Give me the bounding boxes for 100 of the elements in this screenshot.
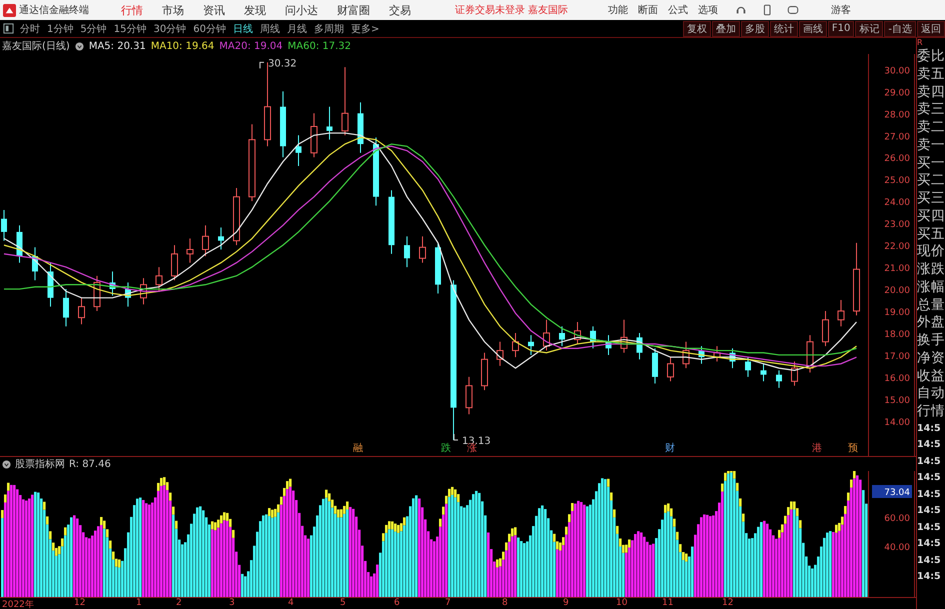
- leader-line: [454, 433, 458, 440]
- menu-item[interactable]: 断面: [638, 3, 658, 17]
- axis-tick-label: 15.00: [884, 396, 910, 406]
- candlestick: [202, 224, 209, 257]
- axis-tick-label: 7: [445, 598, 451, 608]
- panel-toggle-icon[interactable]: [3, 23, 14, 34]
- candlestick: [528, 334, 534, 356]
- candlestick: [310, 112, 318, 158]
- login-notice[interactable]: 证券交易未登录 嘉友国际: [455, 3, 568, 17]
- toolbar-button[interactable]: 统计: [770, 20, 798, 36]
- legend-label: MA60: [288, 40, 316, 52]
- quote-label: 卖一: [917, 136, 945, 154]
- candlestick: [404, 236, 410, 268]
- candlestick: [682, 341, 690, 369]
- toolbar-button[interactable]: 返回: [917, 20, 945, 36]
- quote-label: 买三: [917, 190, 945, 208]
- candlestick: [342, 66, 348, 136]
- toolbar-button[interactable]: F10: [828, 20, 854, 36]
- settings-icon[interactable]: [74, 42, 84, 50]
- quote-label: 卖二: [917, 119, 945, 137]
- candlestick: [574, 322, 581, 344]
- candlestick: [730, 348, 736, 369]
- axis-tick-label: 40.00: [884, 543, 910, 553]
- menu-tab[interactable]: 交易: [389, 2, 411, 18]
- current-value-label: 73.04: [884, 488, 910, 498]
- axis-tick-label: 17.00: [884, 352, 910, 362]
- axis-tick-label: 29.00: [884, 88, 910, 98]
- candlestick: [186, 238, 194, 264]
- candlestick: [806, 334, 814, 374]
- candlestick: [16, 224, 22, 264]
- axis-tick-label: 22.00: [884, 242, 910, 252]
- axis-tick-label: 12: [722, 598, 734, 608]
- candlestick: [326, 106, 332, 140]
- toolbar-button[interactable]: 多股: [740, 20, 769, 36]
- period-tab[interactable]: 5分钟: [80, 22, 107, 36]
- event-tag[interactable]: 预: [848, 443, 858, 454]
- trade-time: 14:5: [917, 520, 942, 535]
- user-label[interactable]: 游客: [831, 3, 852, 17]
- menu-tab[interactable]: 问小达: [285, 2, 318, 18]
- menu-tab[interactable]: 市场: [162, 2, 184, 18]
- period-tab[interactable]: 15分钟: [114, 22, 146, 36]
- period-tab[interactable]: 60分钟: [193, 22, 226, 36]
- phone-icon[interactable]: [761, 4, 774, 16]
- toolbar-button[interactable]: 复权: [682, 20, 711, 36]
- ma-reading: : 17.32: [316, 40, 352, 52]
- corner-label: R: [917, 38, 924, 48]
- toolbar-button[interactable]: 叠加: [712, 20, 740, 36]
- trade-time: 14:5: [917, 422, 942, 436]
- period-tab[interactable]: 分时: [20, 22, 40, 36]
- event-tag[interactable]: 跌: [441, 443, 451, 454]
- candlestick: [791, 361, 798, 386]
- candlestick: [218, 227, 224, 250]
- candlestick: [652, 348, 658, 384]
- candlestick: [140, 278, 147, 305]
- period-tab[interactable]: 更多>: [350, 22, 380, 36]
- settings-icon[interactable]: [2, 460, 11, 468]
- period-tab[interactable]: 周线: [260, 22, 280, 36]
- quote-label: 收益: [917, 368, 945, 386]
- period-tab[interactable]: 多周期: [314, 22, 344, 36]
- quote-label: 换手: [917, 332, 945, 350]
- candlestick: [466, 376, 472, 415]
- event-tag[interactable]: 涨: [467, 443, 477, 454]
- trade-time: 14:5: [917, 471, 942, 486]
- trade-time: 14:5: [917, 488, 942, 502]
- menu-item[interactable]: 公式: [668, 3, 688, 17]
- quote-label: 买二: [917, 172, 945, 190]
- headset-icon[interactable]: [735, 4, 748, 16]
- app-name: 通达信金融终端: [19, 4, 90, 17]
- axis-tick-label: 28.00: [884, 110, 910, 120]
- period-tab[interactable]: 日线: [232, 22, 253, 36]
- event-tag[interactable]: 融: [353, 443, 363, 454]
- candlestick: [358, 102, 364, 154]
- candlestick: [636, 332, 642, 360]
- period-tab[interactable]: 月线: [286, 22, 307, 36]
- menu-item[interactable]: 功能: [608, 3, 628, 17]
- menu-tab[interactable]: 财富圈: [337, 2, 370, 18]
- axis-tick-label: 20.00: [884, 286, 910, 296]
- quote-label: 涨幅: [917, 278, 945, 296]
- menu-tab[interactable]: 发现: [244, 2, 266, 18]
- menu-tab[interactable]: 资讯: [203, 2, 225, 18]
- leader-line: [260, 62, 264, 69]
- period-tab[interactable]: 30分钟: [153, 22, 186, 36]
- candlestick: [32, 246, 38, 281]
- menu-item[interactable]: 选项: [698, 3, 718, 17]
- candlestick: [667, 356, 674, 382]
- axis-tick-label: 9: [563, 598, 569, 608]
- toolbar-button[interactable]: 画线: [798, 20, 827, 36]
- period-tab[interactable]: 1分钟: [47, 22, 74, 36]
- ma-reading: : 19.04: [247, 40, 283, 52]
- event-tag[interactable]: 港: [812, 443, 822, 454]
- legend-label: MA10: [150, 40, 180, 52]
- ma-reading: : 19.64: [179, 40, 214, 52]
- axis-tick-label: 16.00: [884, 374, 910, 384]
- menu-tab[interactable]: 行情: [121, 2, 143, 18]
- candlestick: [559, 326, 565, 347]
- candlestick: [373, 136, 379, 206]
- toolbar-button[interactable]: 标记: [855, 20, 884, 36]
- toolbar-button[interactable]: -自选: [884, 20, 916, 36]
- candlestick: [78, 297, 85, 325]
- event-tag[interactable]: 财: [665, 443, 675, 454]
